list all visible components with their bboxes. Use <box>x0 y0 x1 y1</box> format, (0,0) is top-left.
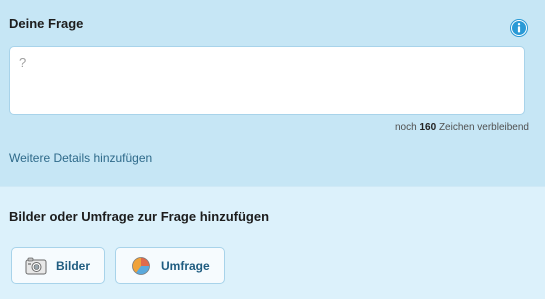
add-images-label: Bilder <box>56 258 91 273</box>
camera-icon <box>25 257 47 274</box>
question-title: Deine Frage <box>9 16 84 31</box>
question-input[interactable] <box>9 46 525 115</box>
char-counter-prefix: noch <box>395 122 417 133</box>
add-details-link[interactable]: Weitere Details hinzufügen <box>9 151 152 165</box>
pie-chart-icon <box>132 256 150 275</box>
add-poll-button[interactable]: Umfrage <box>115 247 225 284</box>
info-icon[interactable] <box>510 19 528 37</box>
media-section-title: Bilder oder Umfrage zur Frage hinzufügen <box>9 209 270 224</box>
char-counter-suffix: Zeichen verbleibend <box>438 122 529 133</box>
add-images-button[interactable]: Bilder <box>11 247 105 284</box>
add-poll-label: Umfrage <box>161 258 210 273</box>
char-counter-count: 160 <box>419 122 437 133</box>
char-counter: noch 160 Zeichen verbleibend <box>395 122 529 133</box>
